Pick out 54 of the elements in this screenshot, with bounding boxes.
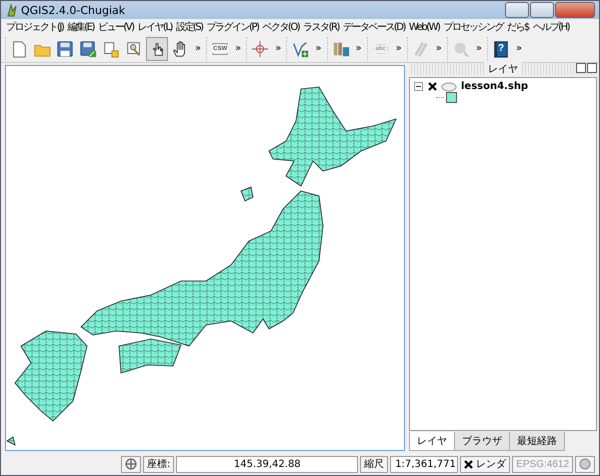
toolbar-overflow[interactable]: »: [315, 43, 322, 54]
toolbar-overflow[interactable]: »: [195, 43, 202, 54]
qgis-logo-icon: [5, 3, 17, 17]
menu-item[interactable]: プロセッシング: [441, 20, 505, 34]
new-file-icon: [10, 38, 28, 58]
crosshair-icon: [251, 38, 270, 58]
coordinate-label: 座標:: [143, 456, 174, 472]
toolbar-overflow[interactable]: »: [356, 43, 362, 54]
layer-checkbox[interactable]: [427, 82, 437, 92]
menu-item[interactable]: 設定(S): [174, 20, 205, 34]
window-title: QGIS2.4.0-Chugiak: [21, 4, 126, 16]
checkmark-x-icon: [464, 460, 474, 468]
expand-toggle[interactable]: [414, 82, 423, 91]
menu-item[interactable]: 編集(E): [65, 20, 96, 34]
maximize-button[interactable]: [530, 2, 554, 18]
toolbar-overflow[interactable]: »: [275, 43, 282, 54]
toolbar-overflow[interactable]: »: [436, 43, 442, 54]
menu-item[interactable]: プラグイン(P): [204, 20, 260, 34]
panel-tab[interactable]: ブラウザ: [454, 432, 510, 451]
circle-icon: [579, 458, 591, 470]
menu-item[interactable]: Web(W): [406, 22, 442, 32]
messages-button[interactable]: [121, 456, 141, 472]
save-as-icon: [79, 38, 97, 58]
scale-dropdown[interactable]: 1:7,361,771: [390, 456, 458, 472]
close-button[interactable]: [555, 2, 595, 18]
toolbar-overflow[interactable]: »: [396, 43, 402, 54]
menu-item[interactable]: ベクタ(O): [260, 20, 302, 34]
panel-tab[interactable]: レイヤ: [409, 432, 455, 451]
toolbar-overflow[interactable]: »: [235, 43, 242, 54]
menu-item[interactable]: プロジェクト(J): [4, 20, 66, 34]
panel-tab[interactable]: 最短経路: [509, 432, 565, 451]
menu-item[interactable]: ヘルプ(H): [530, 20, 572, 34]
checkmark-x-icon: [428, 82, 436, 91]
coordinate-field[interactable]: 145.39,42.88: [176, 456, 358, 472]
float-panel-button[interactable]: [576, 63, 586, 73]
menu-item[interactable]: ビュー(V): [96, 20, 136, 34]
menu-item[interactable]: データベース(D): [340, 20, 407, 34]
toolbar-button[interactable]: [146, 36, 168, 60]
panel-title: レイヤ: [484, 62, 522, 76]
minimize-button[interactable]: [505, 2, 529, 18]
scale-label: 縮尺: [360, 456, 388, 472]
menu-item[interactable]: ラスタ(R): [301, 20, 341, 34]
layer-name[interactable]: lesson4.shp: [461, 81, 528, 92]
render-checkbox[interactable]: レンダ: [460, 456, 510, 472]
globe-icon: [125, 458, 137, 470]
close-panel-button[interactable]: [587, 63, 597, 73]
save-icon: [56, 38, 74, 58]
toolbar-button[interactable]: ?: [490, 36, 512, 60]
toolbar-overflow[interactable]: »: [516, 43, 522, 54]
symbol-swatch: [446, 92, 457, 103]
menu-item[interactable]: レイヤ(L): [136, 20, 174, 34]
crs-status-button[interactable]: [575, 456, 595, 472]
menu-item[interactable]: だら$: [504, 20, 531, 34]
toolbar-overflow[interactable]: »: [476, 43, 482, 54]
